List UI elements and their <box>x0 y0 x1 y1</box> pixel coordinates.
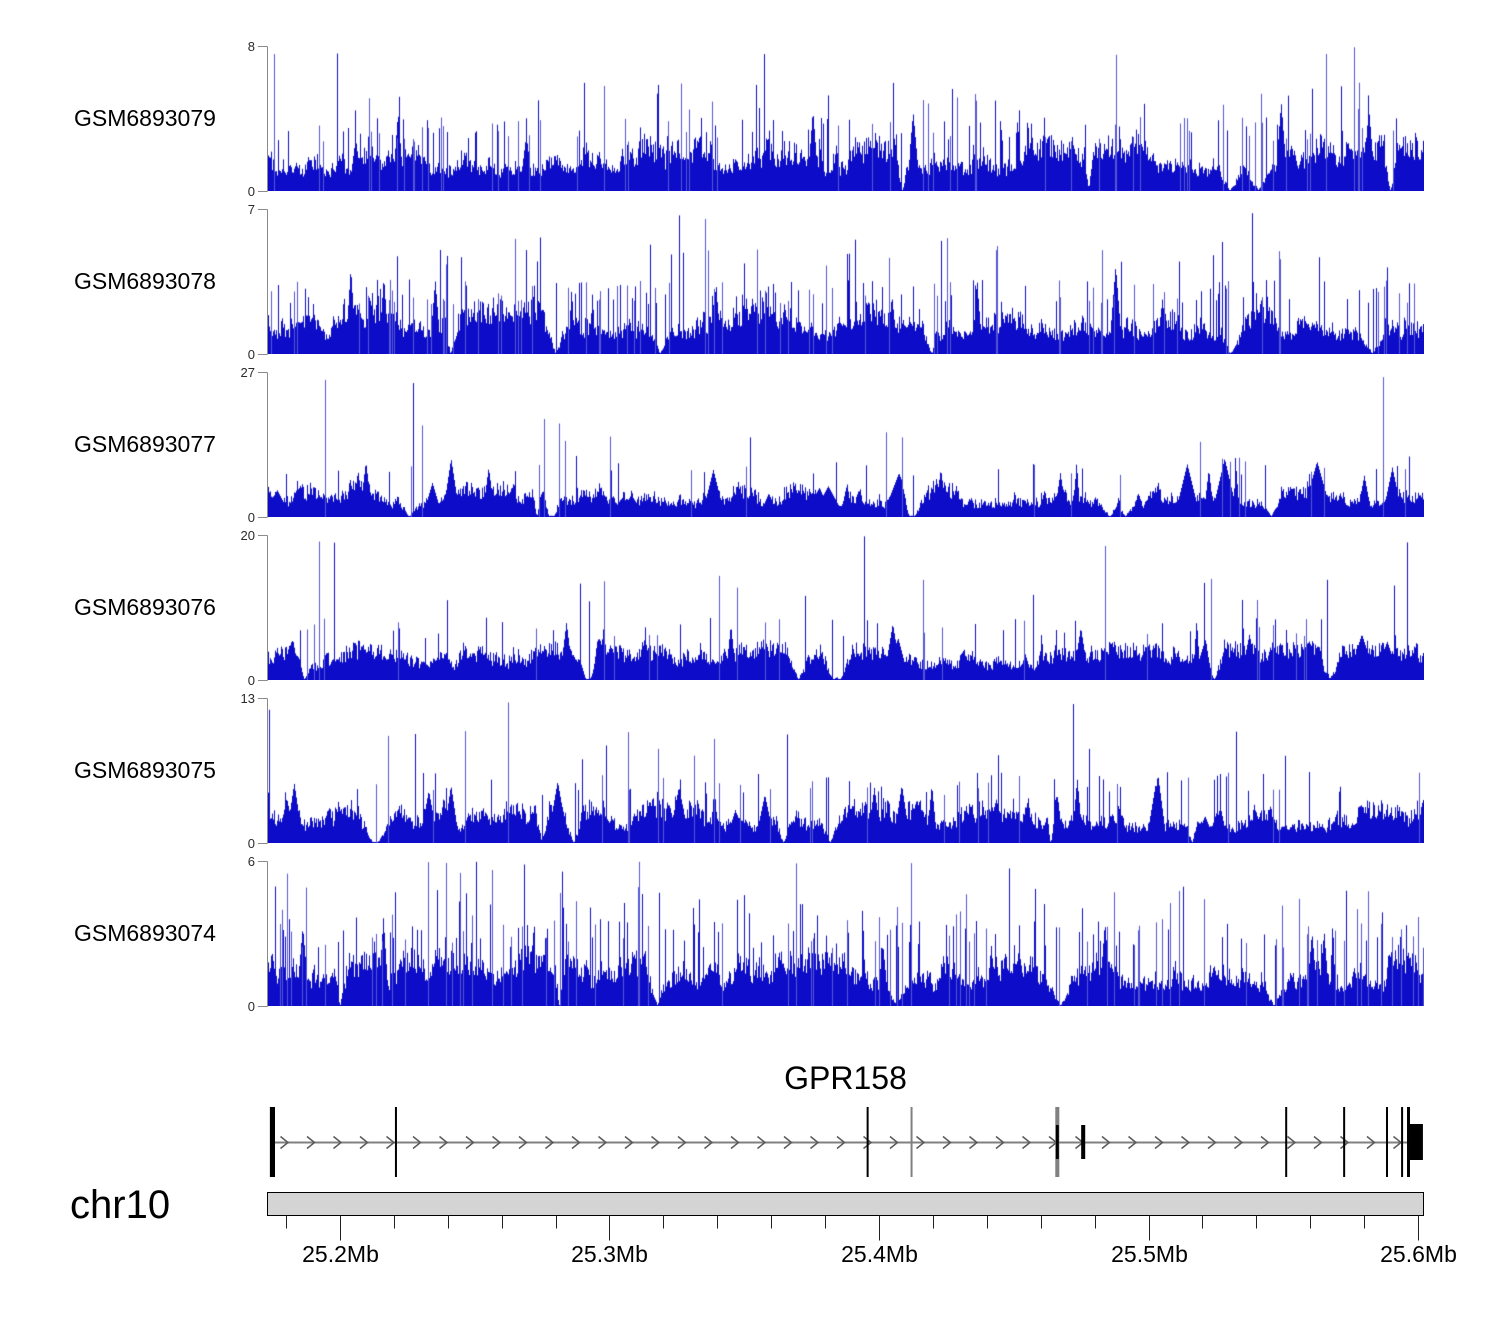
track-label: GSM6893075 <box>74 756 216 783</box>
gene-exon <box>1407 1107 1410 1177</box>
strand-arrow-icon <box>916 1135 926 1150</box>
strand-arrow-icon <box>598 1135 608 1150</box>
track-label: GSM6893077 <box>74 430 216 457</box>
strand-arrow-icon <box>677 1135 687 1150</box>
gene-exon <box>910 1107 913 1177</box>
axis-tick-label: 25.5Mb <box>1111 1241 1188 1267</box>
y-axis-max-label: 6 <box>248 854 255 869</box>
strand-arrow-icon <box>1340 1135 1350 1150</box>
y-axis-max-label: 27 <box>241 365 255 380</box>
strand-arrow-icon <box>306 1135 316 1150</box>
strand-arrow-icon <box>1234 1135 1244 1150</box>
strand-arrow-icon <box>571 1135 581 1150</box>
strand-arrow-icon <box>995 1135 1005 1150</box>
strand-arrow-icon <box>1366 1135 1376 1150</box>
strand-arrow-icon <box>1260 1135 1270 1150</box>
strand-arrow-icon <box>969 1135 979 1150</box>
strand-arrow-icon <box>863 1135 873 1150</box>
axis-tick-label: 25.4Mb <box>841 1241 918 1267</box>
axis-tick-label: 25.6Mb <box>1380 1241 1457 1267</box>
y-axis-max-label: 20 <box>241 528 255 543</box>
y-axis-zero-label: 0 <box>248 836 255 851</box>
y-axis-zero-label: 0 <box>248 673 255 688</box>
y-axis-zero-label: 0 <box>248 347 255 362</box>
strand-arrow-icon <box>518 1135 528 1150</box>
strand-arrow-icon <box>439 1135 449 1150</box>
strand-arrow-icon <box>757 1135 767 1150</box>
chromosome-label: chr10 <box>70 1183 171 1227</box>
strand-arrow-icon <box>465 1135 475 1150</box>
y-axis-max-label: 13 <box>241 691 255 706</box>
gene-exon <box>1055 1107 1060 1177</box>
strand-arrow-icon <box>1022 1135 1032 1150</box>
strand-arrow-icon <box>836 1135 846 1150</box>
strand-arrow-icon <box>942 1135 952 1150</box>
strand-arrow-icon <box>704 1135 714 1150</box>
coverage-signal-canvas <box>268 535 1424 680</box>
coverage-signal-canvas <box>268 698 1424 843</box>
coverage-figure: 8 0 7 0 27 0 20 0 13 0 6 0 25.2Mb 25.3Mb 25.4Mb 25.5Mb 2… <box>0 0 1500 1320</box>
gene-exon <box>1343 1107 1346 1177</box>
strand-arrow-icon <box>1287 1135 1297 1150</box>
strand-arrow-icon <box>730 1135 740 1150</box>
axis-tick-label: 25.3Mb <box>571 1241 648 1267</box>
gene-exon <box>1055 1125 1059 1159</box>
gene-title: GPR158 <box>784 1060 907 1096</box>
strand-arrow-icon <box>333 1135 343 1150</box>
coverage-signal-canvas <box>268 46 1424 191</box>
strand-arrow-icon <box>1101 1135 1111 1150</box>
strand-arrow-icon <box>1181 1135 1191 1150</box>
strand-arrow-icon <box>783 1135 793 1150</box>
y-axis-zero-label: 0 <box>248 184 255 199</box>
strand-arrow-icon <box>412 1135 422 1150</box>
axis-tick-label: 25.2Mb <box>302 1241 379 1267</box>
gene-exon <box>1081 1125 1086 1159</box>
y-axis-zero-label: 0 <box>248 510 255 525</box>
strand-arrow-icon <box>1128 1135 1138 1150</box>
ideogram-bar <box>267 1192 1424 1216</box>
coverage-signal-canvas <box>268 209 1424 354</box>
coverage-signal-canvas <box>268 372 1424 517</box>
y-axis-max-label: 7 <box>248 202 255 217</box>
strand-arrow-icon <box>386 1135 396 1150</box>
strand-arrow-icon <box>1154 1135 1164 1150</box>
strand-arrow-icon <box>889 1135 899 1150</box>
strand-arrow-icon <box>545 1135 555 1150</box>
strand-arrow-icon <box>280 1135 290 1150</box>
gene-exon <box>269 1107 276 1177</box>
coverage-signal-canvas <box>268 861 1424 1006</box>
gene-exon <box>1401 1107 1404 1177</box>
gene-exon <box>1409 1124 1423 1160</box>
strand-arrow-icon <box>651 1135 661 1150</box>
strand-arrow-icon <box>1207 1135 1217 1150</box>
strand-arrow-icon <box>1048 1135 1058 1150</box>
gene-exon <box>1285 1107 1288 1177</box>
track-label: GSM6893074 <box>74 919 216 946</box>
strand-arrow-icon <box>492 1135 502 1150</box>
strand-arrow-icon <box>810 1135 820 1150</box>
strand-arrow-icon <box>1075 1135 1085 1150</box>
gene-exon <box>1385 1107 1388 1177</box>
gene-exon <box>394 1107 397 1177</box>
track-label: GSM6893076 <box>74 593 216 620</box>
track-label: GSM6893078 <box>74 267 216 294</box>
y-axis-max-label: 8 <box>248 39 255 54</box>
strand-arrow-icon <box>1313 1135 1323 1150</box>
track-label: GSM6893079 <box>74 104 216 131</box>
strand-arrow-icon <box>1393 1135 1403 1150</box>
strand-arrow-icon <box>359 1135 369 1150</box>
gene-exon <box>866 1107 869 1177</box>
y-axis-zero-label: 0 <box>248 999 255 1014</box>
strand-arrow-icon <box>624 1135 634 1150</box>
